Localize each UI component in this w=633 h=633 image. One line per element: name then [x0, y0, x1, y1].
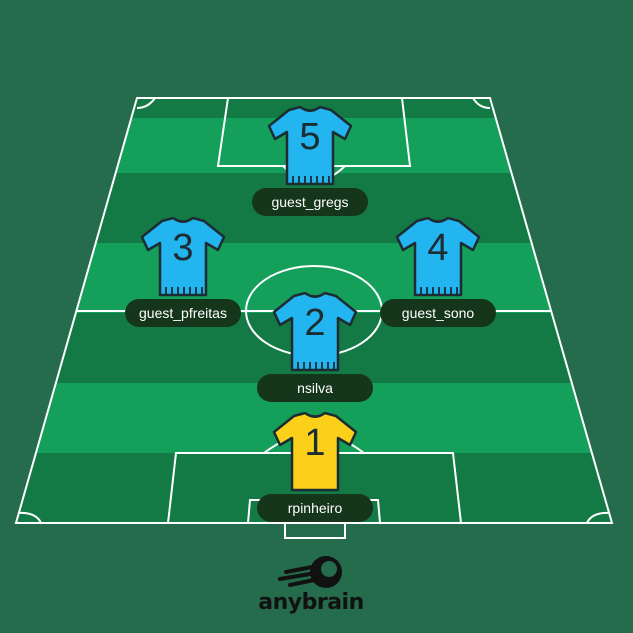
player-number: 2	[304, 302, 326, 344]
player-slot-5[interactable]: 5 guest_gregs	[245, 106, 375, 236]
player-slot-3[interactable]: 3 guest_pfreitas	[118, 217, 248, 347]
logo-wordmark: anybrain	[258, 590, 364, 615]
player-number: 3	[172, 227, 194, 269]
lineup-board: 5 guest_gregs 3 guest_pfreitas 4 guest_s…	[0, 0, 633, 633]
player-name-badge: rpinheiro	[257, 494, 373, 522]
anybrain-logo: anybrain	[256, 552, 376, 622]
player-slot-1-goalkeeper[interactable]: 1 rpinheiro	[250, 412, 380, 542]
player-slot-4[interactable]: 4 guest_sono	[373, 217, 503, 347]
player-slot-2[interactable]: 2 nsilva	[250, 292, 380, 422]
player-number: 4	[427, 227, 449, 269]
player-name-badge: guest_gregs	[252, 188, 368, 216]
player-name-badge: guest_pfreitas	[125, 299, 241, 327]
rocket-ball-icon	[278, 556, 342, 588]
player-number: 5	[299, 116, 321, 158]
player-number: 1	[304, 422, 326, 464]
player-name-badge: guest_sono	[380, 299, 496, 327]
player-name-badge: nsilva	[257, 374, 373, 402]
